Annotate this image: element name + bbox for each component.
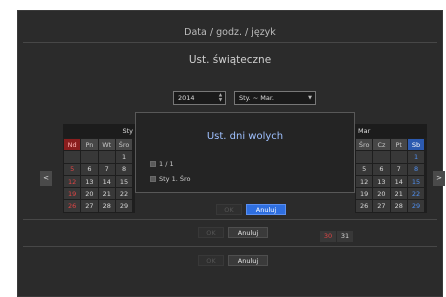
day-cell <box>373 151 390 163</box>
weekday-header: Cz <box>373 139 390 151</box>
day-cell[interactable]: 22 <box>115 188 133 200</box>
calendar-left: Sty Nd Pn Wt Śro 1 5 6 7 8 12 13 14 15 1… <box>63 124 135 213</box>
weekday-header: Nd <box>64 139 81 151</box>
day-cell[interactable]: 5 <box>64 163 81 175</box>
spinner-arrows-icon[interactable]: ▲ ▼ <box>216 92 225 104</box>
day-cell[interactable]: 26 <box>64 200 81 212</box>
day-cell[interactable]: 27 <box>81 200 98 212</box>
divider <box>23 246 437 247</box>
weekday-header: Pn <box>81 139 98 151</box>
day-cell[interactable]: 8 <box>407 163 425 175</box>
day-cell[interactable]: 6 <box>81 163 98 175</box>
settings-window: Data / godz. / język Ust. świąteczne 201… <box>17 10 445 297</box>
day-cell <box>356 151 373 163</box>
day-cell[interactable]: 21 <box>98 188 115 200</box>
month-range-dropdown[interactable]: Sty. ~ Mar. ▼ <box>234 91 316 105</box>
divider <box>23 42 437 43</box>
day-cell[interactable]: 29 <box>115 200 133 212</box>
day-cell[interactable]: 1 <box>407 151 425 163</box>
option-label: 1 / 1 <box>159 160 174 168</box>
calendar-right: Mar Śro Cz Pt Sb 1 5 6 7 8 12 13 14 15 1… <box>355 124 427 213</box>
weekday-header: Sb <box>407 139 425 151</box>
day-cell[interactable]: 7 <box>390 163 407 175</box>
weekday-header: Śro <box>115 139 133 151</box>
weekday-header: Pt <box>390 139 407 151</box>
cancel-button[interactable]: Anuluj <box>228 255 268 266</box>
day-cell[interactable]: 7 <box>98 163 115 175</box>
ok-button[interactable]: OK <box>216 204 242 215</box>
chevron-down-icon: ▼ <box>308 95 312 101</box>
day-cell[interactable]: 14 <box>98 175 115 188</box>
day-cell[interactable]: 19 <box>356 188 373 200</box>
checkbox-icon[interactable] <box>150 161 156 167</box>
day-cell[interactable]: 31 <box>337 231 353 242</box>
day-cell[interactable]: 14 <box>390 175 407 188</box>
day-cell[interactable]: 15 <box>115 175 133 188</box>
day-cell[interactable]: 27 <box>373 200 390 212</box>
next-month-arrow-icon[interactable]: > <box>433 171 445 186</box>
day-cell[interactable]: 28 <box>390 200 407 212</box>
day-cell[interactable]: 13 <box>373 175 390 188</box>
holiday-option-2[interactable]: Sty 1. Śro <box>150 174 191 184</box>
day-cell[interactable]: 20 <box>373 188 390 200</box>
day-cell[interactable]: 21 <box>390 188 407 200</box>
divider <box>23 219 437 220</box>
calendar-grid: Śro Cz Pt Sb 1 5 6 7 8 12 13 14 15 19 20… <box>355 138 425 213</box>
ok-button[interactable]: OK <box>198 255 224 266</box>
cancel-button[interactable]: Anuluj <box>246 204 286 215</box>
day-cell[interactable]: 12 <box>356 175 373 188</box>
ok-button[interactable]: OK <box>198 227 224 238</box>
weekday-header: Wt <box>98 139 115 151</box>
option-label: Sty 1. Śro <box>159 175 191 183</box>
day-cell[interactable]: 8 <box>115 163 133 175</box>
day-cell <box>81 151 98 163</box>
year-spinner[interactable]: 2014 ▲ ▼ <box>173 91 226 105</box>
cancel-button[interactable]: Anuluj <box>228 227 268 238</box>
dialog-title: Ust. dni wolych <box>206 131 284 142</box>
holiday-option-1[interactable]: 1 / 1 <box>150 159 174 169</box>
day-cell[interactable]: 15 <box>407 175 425 188</box>
day-cell[interactable]: 19 <box>64 188 81 200</box>
day-cell[interactable]: 12 <box>64 175 81 188</box>
day-cell[interactable]: 22 <box>407 188 425 200</box>
day-cell[interactable]: 1 <box>115 151 133 163</box>
weekday-header: Śro <box>356 139 373 151</box>
day-cell[interactable]: 30 <box>320 231 336 242</box>
day-cell <box>98 151 115 163</box>
calendar-month-label: Mar <box>355 124 427 138</box>
month-range-value: Sty. ~ Mar. <box>239 94 274 102</box>
checkbox-icon[interactable] <box>150 176 156 182</box>
day-cell <box>390 151 407 163</box>
day-cell[interactable]: 6 <box>373 163 390 175</box>
day-cell <box>64 151 81 163</box>
day-cell[interactable]: 28 <box>98 200 115 212</box>
holiday-settings-title: Ust. świąteczne <box>188 54 272 66</box>
calendar-grid: Nd Pn Wt Śro 1 5 6 7 8 12 13 14 15 19 20… <box>63 138 133 213</box>
day-cell[interactable]: 29 <box>407 200 425 212</box>
day-cell[interactable]: 26 <box>356 200 373 212</box>
year-value: 2014 <box>178 94 195 102</box>
holiday-days-dialog: Ust. dni wolych 1 / 1 Sty 1. Śro OK Anul… <box>135 112 355 215</box>
day-cell[interactable]: 5 <box>356 163 373 175</box>
calendar-month-label: Sty <box>63 124 135 138</box>
day-cell[interactable]: 20 <box>81 188 98 200</box>
calendar-middle-last-row: 30 31 <box>320 223 354 242</box>
window-title: Data / godz. / język <box>184 27 276 38</box>
prev-month-arrow-icon[interactable]: < <box>40 171 52 186</box>
day-cell[interactable]: 13 <box>81 175 98 188</box>
